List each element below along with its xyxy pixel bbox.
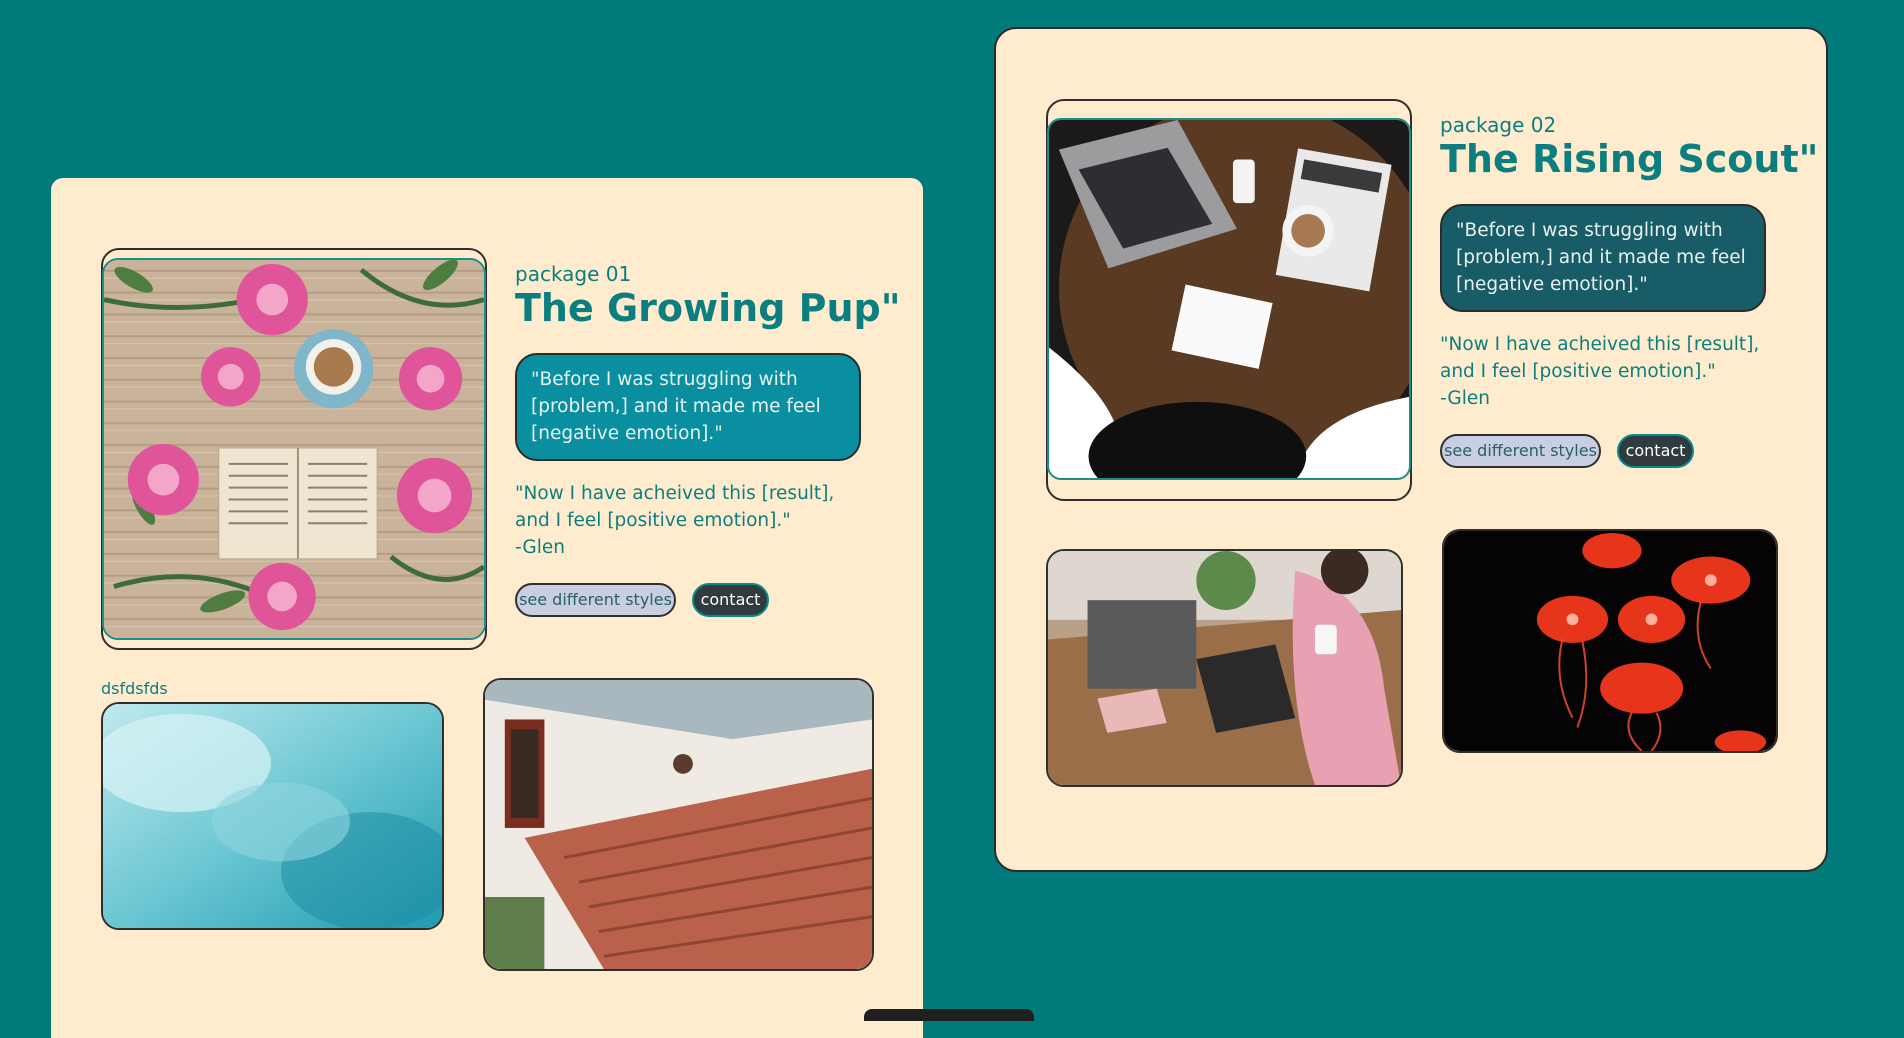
before-quote-bubble: "Before I was struggling with [problem,]… bbox=[1440, 204, 1766, 312]
contact-button[interactable]: contact bbox=[1617, 434, 1694, 468]
contact-button[interactable]: contact bbox=[692, 583, 769, 617]
package-title: The Growing Pup" bbox=[515, 286, 901, 330]
after-quote: "Now I have acheived this [result], and … bbox=[515, 480, 865, 561]
package-card-1: package 01 The Growing Pup" "Before I wa… bbox=[51, 178, 923, 1038]
see-different-styles-button[interactable]: see different styles bbox=[515, 583, 676, 617]
before-quote-text: "Before I was struggling with [problem,]… bbox=[531, 369, 821, 444]
package-label: package 02 bbox=[1440, 113, 1557, 137]
package-title: The Rising Scout" bbox=[1440, 137, 1819, 181]
tiled-roof-building-image bbox=[483, 678, 874, 971]
woman-laptop-office-image bbox=[1046, 549, 1403, 787]
quote-author: -Glen bbox=[1440, 388, 1490, 409]
before-quote-bubble: "Before I was struggling with [problem,]… bbox=[515, 353, 861, 461]
package-label: package 01 bbox=[515, 262, 632, 286]
see-different-styles-button[interactable]: see different styles bbox=[1440, 434, 1601, 468]
before-quote-text: "Before I was struggling with [problem,]… bbox=[1456, 220, 1746, 295]
peonies-coffee-book-image bbox=[102, 258, 486, 640]
after-quote-text: "Now I have acheived this [result], and … bbox=[515, 483, 835, 531]
red-jellyfish-image bbox=[1442, 529, 1778, 753]
package-card-2: package 02 The Rising Scout" "Before I w… bbox=[994, 27, 1828, 872]
laptop-coffee-desk-image bbox=[1047, 118, 1411, 480]
bottom-toolbar-peek bbox=[864, 1009, 1034, 1021]
after-quote-text: "Now I have acheived this [result], and … bbox=[1440, 334, 1760, 382]
watercolor-blue-image bbox=[101, 702, 444, 930]
gallery-caption: dsfdsfds bbox=[101, 679, 168, 698]
after-quote: "Now I have acheived this [result], and … bbox=[1440, 331, 1774, 412]
quote-author: -Glen bbox=[515, 537, 565, 558]
